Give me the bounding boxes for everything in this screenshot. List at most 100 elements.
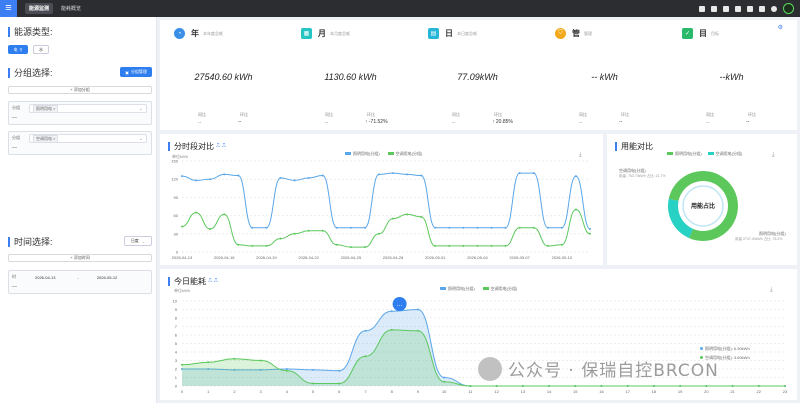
data-point — [420, 215, 423, 218]
slice-value-label: 用量: 762.70kWh 占比: 21.7% — [619, 173, 666, 178]
watermark: 公众号 · 保瑞自控BRCON — [478, 356, 719, 381]
yoy-value: -- — [452, 120, 456, 126]
theme-icon[interactable] — [771, 5, 777, 12]
data-point — [265, 244, 268, 247]
kpi-value: 27540.60 kWh — [194, 72, 253, 82]
chevron-down-icon: ⌄ — [141, 238, 146, 244]
data-point — [237, 174, 240, 177]
group-tag[interactable]: 空调用电 × — [33, 134, 59, 143]
x-tick-label: 7 — [364, 389, 367, 394]
data-point — [548, 385, 551, 387]
data-point — [265, 226, 268, 229]
y-tick-label: 5 — [175, 341, 178, 346]
x-tick-label: 3 — [260, 389, 263, 394]
menu-icon[interactable]: ≡ — [0, 0, 17, 17]
avatar[interactable] — [783, 3, 794, 14]
x-tick-label: 1 — [207, 389, 210, 394]
data-point — [377, 173, 380, 176]
grid-icon[interactable] — [699, 5, 705, 12]
mom-value: ↑ 20.85% — [492, 119, 513, 125]
data-point — [307, 176, 310, 179]
yoy-label: 同比 — [706, 112, 714, 117]
x-tick-label: 21 — [730, 389, 735, 394]
add-group-button[interactable]: + 添加分组 — [8, 86, 152, 94]
x-tick-label: 0 — [181, 389, 184, 394]
start-date[interactable]: 2026-04-13 — [35, 275, 55, 280]
y-tick-label: 2 — [175, 367, 178, 372]
remove-time-button[interactable]: — — [12, 284, 22, 292]
data-point — [521, 385, 524, 387]
fullscreen-icon[interactable] — [735, 5, 741, 12]
time-mode-select[interactable]: 日度 ⌄ — [124, 236, 152, 246]
data-point — [392, 172, 395, 175]
data-point — [223, 213, 226, 216]
breadcrumb[interactable]: 能耗概览 — [61, 5, 81, 12]
group-row-2: 分组 — 空调用电 × ⌄ — [8, 131, 152, 155]
remove-group-button[interactable]: — — [12, 115, 22, 123]
series-line — [181, 172, 591, 230]
add-time-button[interactable]: + 添加时间 — [8, 254, 152, 262]
lock-icon[interactable] — [747, 5, 753, 12]
x-tick-label: 20 — [704, 389, 709, 394]
data-point — [335, 226, 338, 229]
edit-icon: ▣ — [125, 69, 129, 75]
data-point — [462, 226, 465, 229]
kpi-cards: ◔ 年 本年度总耗 27540.60 kWh 同比 环比 -- -- ▦ 月 本月度总… — [160, 20, 797, 130]
kpi-value: -- kWh — [591, 72, 618, 82]
x-tick-label: 13 — [521, 389, 526, 394]
kpi-value: 1130.60 kWh — [324, 72, 377, 82]
data-point — [349, 226, 352, 229]
search-icon: ⚲ — [19, 47, 23, 52]
y-tick-label: 0 — [175, 384, 178, 389]
settings-icon[interactable]: ⚙ — [778, 24, 783, 31]
data-point — [448, 244, 451, 247]
remove-group-button[interactable]: — — [12, 145, 22, 153]
group-label: 分组 — [12, 105, 20, 110]
group-tag[interactable]: 照明用电 × — [33, 104, 59, 113]
y-tick-label: 9 — [175, 307, 178, 312]
kpi-subtitle: 管理 — [584, 31, 592, 36]
data-point — [181, 175, 183, 178]
donut-chart: 用能占比 空调用电(分组)用量: 762.70kWh 占比: 21.7% 照明用电(… — [619, 167, 786, 242]
energy-electric-button[interactable]: 电 ⚲ — [8, 45, 28, 54]
message-icon[interactable] — [711, 5, 717, 12]
data-point — [259, 359, 262, 362]
data-point — [363, 226, 366, 229]
chat-bubble-glyph: … — [397, 302, 403, 308]
group-manage-button[interactable]: ▣ 分组管理 — [120, 67, 152, 77]
kpi-value: 77.09kWh — [457, 72, 498, 82]
app-title[interactable]: 能源监测 — [25, 3, 54, 14]
data-point — [546, 226, 549, 229]
data-point — [476, 226, 479, 229]
mom-value: -- — [238, 119, 242, 125]
data-point — [312, 382, 315, 385]
x-tick-label: 8 — [391, 389, 394, 394]
line-chart: 单位kWh03060901201502026-04-13 2026-04-16 20… — [171, 153, 591, 260]
data-point — [349, 246, 352, 249]
kpi-title: 年 — [191, 29, 199, 38]
date-range-input[interactable]: 2026-04-13 - 2026-05-12 — [29, 273, 147, 282]
data-point — [574, 175, 577, 178]
yoy-value: -- — [198, 120, 202, 126]
kpi-title: 月 — [318, 29, 326, 38]
data-point — [279, 237, 282, 240]
data-point — [600, 385, 603, 387]
bell-icon[interactable] — [759, 5, 765, 12]
wechat-logo-icon — [478, 356, 502, 381]
data-point — [757, 385, 760, 387]
x-tick-label: 2026-04-28 — [383, 255, 404, 260]
data-point — [251, 244, 254, 247]
kpi-subtitle: 本月度总耗 — [330, 31, 350, 36]
group-select[interactable]: 空调用电 × ⌄ — [29, 134, 147, 143]
y-tick-label: 90 — [174, 195, 179, 200]
energy-water-button[interactable]: 水 — [33, 45, 49, 54]
y-tick-label: 4 — [175, 350, 178, 355]
top-bar: ≡ 能源监测 能耗概览 — [0, 0, 800, 17]
data-point — [237, 243, 240, 246]
yoy-value: -- — [706, 120, 710, 126]
group-select[interactable]: 照明用电 × ⌄ — [29, 104, 147, 113]
x-tick-label: 10 — [442, 389, 447, 394]
end-date[interactable]: 2026-05-12 — [97, 275, 117, 280]
settings-icon[interactable] — [723, 5, 729, 12]
data-point — [589, 232, 591, 235]
